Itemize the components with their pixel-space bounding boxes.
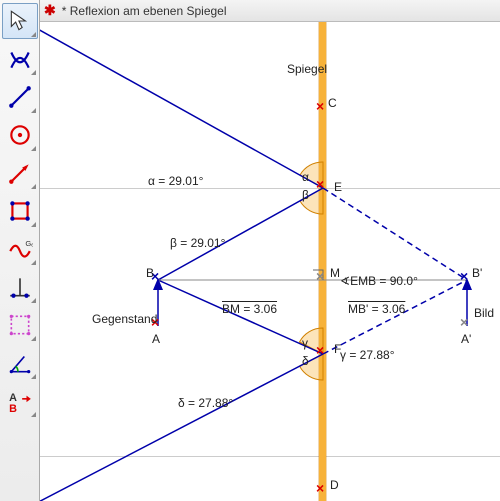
point-E[interactable]: × (318, 183, 328, 193)
label-gamma-sym: γ (302, 336, 308, 350)
toolbar: Gₑ AB (0, 0, 40, 501)
label-beta-sym: β (302, 188, 309, 202)
svg-text:B: B (9, 403, 17, 414)
label-alpha: α = 29.01° (148, 174, 203, 188)
label-mbp: MB' = 3.06 (348, 302, 405, 316)
ray-B-F (158, 280, 323, 354)
point-Bp[interactable]: × (462, 275, 472, 285)
tool-move[interactable] (2, 3, 38, 39)
label-C: C (328, 96, 337, 110)
tool-polygon[interactable] (2, 193, 38, 229)
construction-overlay (40, 22, 500, 501)
label-spiegel: Spiegel (287, 62, 327, 76)
label-delta: δ = 27.88° (178, 396, 233, 410)
label-E: E (334, 180, 342, 194)
drawing-canvas[interactable]: × × × × × × × × × Spiegel C E M F D B A … (40, 22, 500, 501)
label-B: B (146, 266, 154, 280)
label-Bp: B' (472, 266, 482, 280)
point-C[interactable]: × (318, 105, 328, 115)
label-M: M (330, 266, 340, 280)
label-Ap: A' (461, 332, 471, 346)
tool-angle[interactable] (2, 345, 38, 381)
point-Ap[interactable]: × (462, 321, 472, 331)
window-title: * Reflexion am ebenen Spiegel (62, 4, 227, 18)
label-alpha-sym: α (302, 170, 309, 184)
label-beta: β = 29.01° (170, 236, 225, 250)
label-delta-sym: δ (302, 354, 309, 368)
label-bm: BM = 3.06 (222, 302, 277, 316)
point-F[interactable]: × (318, 349, 328, 359)
label-A: A (152, 332, 160, 346)
tool-circle[interactable] (2, 117, 38, 153)
ray-E-Bp (323, 188, 467, 280)
tool-vector[interactable] (2, 155, 38, 191)
ray-incoming-2 (40, 354, 323, 501)
label-gamma: γ = 27.88° (340, 348, 395, 362)
svg-text:Gₑ: Gₑ (25, 239, 33, 248)
tool-intersect[interactable] (2, 41, 38, 77)
ray-incoming-1 (40, 22, 323, 188)
app-icon: ✱ (44, 2, 56, 19)
ray-F-Bp (323, 280, 467, 354)
tool-segment[interactable] (2, 79, 38, 115)
point-D[interactable]: × (318, 487, 328, 497)
tool-reflect[interactable]: AB (2, 383, 38, 419)
mirror-line[interactable] (319, 22, 326, 501)
point-M[interactable]: × (318, 275, 328, 285)
label-D: D (330, 478, 339, 492)
point-B[interactable]: × (153, 275, 163, 285)
label-emb: ∢EMB = 90.0° (340, 274, 418, 288)
title-bar: ✱ * Reflexion am ebenen Spiegel (40, 0, 500, 22)
label-gegenstand: Gegenstand (92, 312, 157, 326)
tool-locus[interactable]: Gₑ (2, 231, 38, 267)
label-bild: Bild (474, 306, 494, 320)
axis-line-1 (40, 188, 500, 189)
ray-B-E (158, 188, 323, 280)
tool-perpendicular[interactable] (2, 269, 38, 305)
tool-select-rect[interactable] (2, 307, 38, 343)
axis-line-2 (40, 456, 500, 457)
